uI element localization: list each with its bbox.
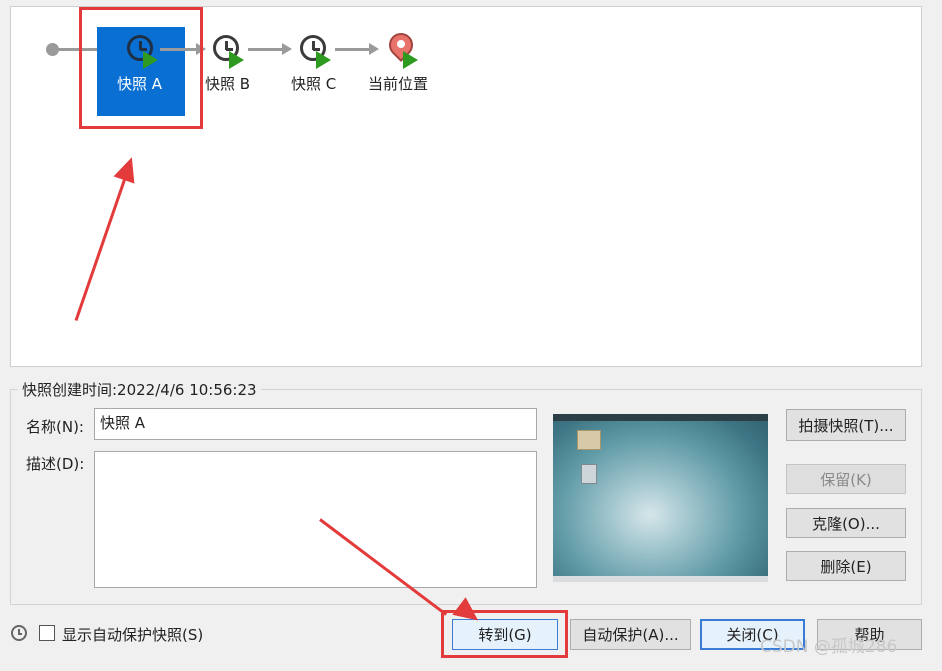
thumbnail-topbar xyxy=(553,414,768,421)
show-auto-snapshots-label[interactable]: 显示自动保护快照(S) xyxy=(62,624,203,645)
snapshot-play-icon xyxy=(316,51,331,69)
snapshot-c-label[interactable]: 快照 C xyxy=(291,73,336,94)
name-label: 名称(N): xyxy=(26,418,84,436)
name-field[interactable]: 快照 A xyxy=(94,408,537,440)
snapshot-b-label[interactable]: 快照 B xyxy=(205,73,250,94)
description-field[interactable] xyxy=(94,451,537,588)
keep-button[interactable]: 保留(K) xyxy=(786,464,906,494)
snapshot-thumbnail xyxy=(553,414,768,582)
show-auto-snapshots-checkbox[interactable] xyxy=(39,625,55,641)
folder-icon xyxy=(577,430,601,450)
highlight-frame-snapshot xyxy=(79,7,203,129)
timeline-arrow xyxy=(282,43,292,55)
current-location-pin-dot xyxy=(397,40,405,48)
delete-button[interactable]: 删除(E) xyxy=(786,551,906,581)
auto-protect-button[interactable]: 自动保护(A)... xyxy=(570,619,691,650)
clone-button[interactable]: 克隆(O)... xyxy=(786,508,906,538)
timeline-arrow xyxy=(369,43,379,55)
take-snapshot-button[interactable]: 拍摄快照(T)... xyxy=(786,409,906,441)
snapshot-play-icon xyxy=(229,51,244,69)
timeline-connector xyxy=(335,48,371,51)
history-icon xyxy=(11,625,27,641)
description-label: 描述(D): xyxy=(26,455,85,473)
watermark: CSDN @孤城286 xyxy=(760,637,898,657)
timeline-connector xyxy=(248,48,284,51)
thumbnail-bottombar xyxy=(553,576,768,582)
snapshot-created-time: 快照创建时间:2022/4/6 10:56:23 xyxy=(18,379,261,400)
trash-icon xyxy=(581,464,597,484)
current-play-icon xyxy=(403,51,418,69)
current-location-label[interactable]: 当前位置 xyxy=(368,73,428,94)
